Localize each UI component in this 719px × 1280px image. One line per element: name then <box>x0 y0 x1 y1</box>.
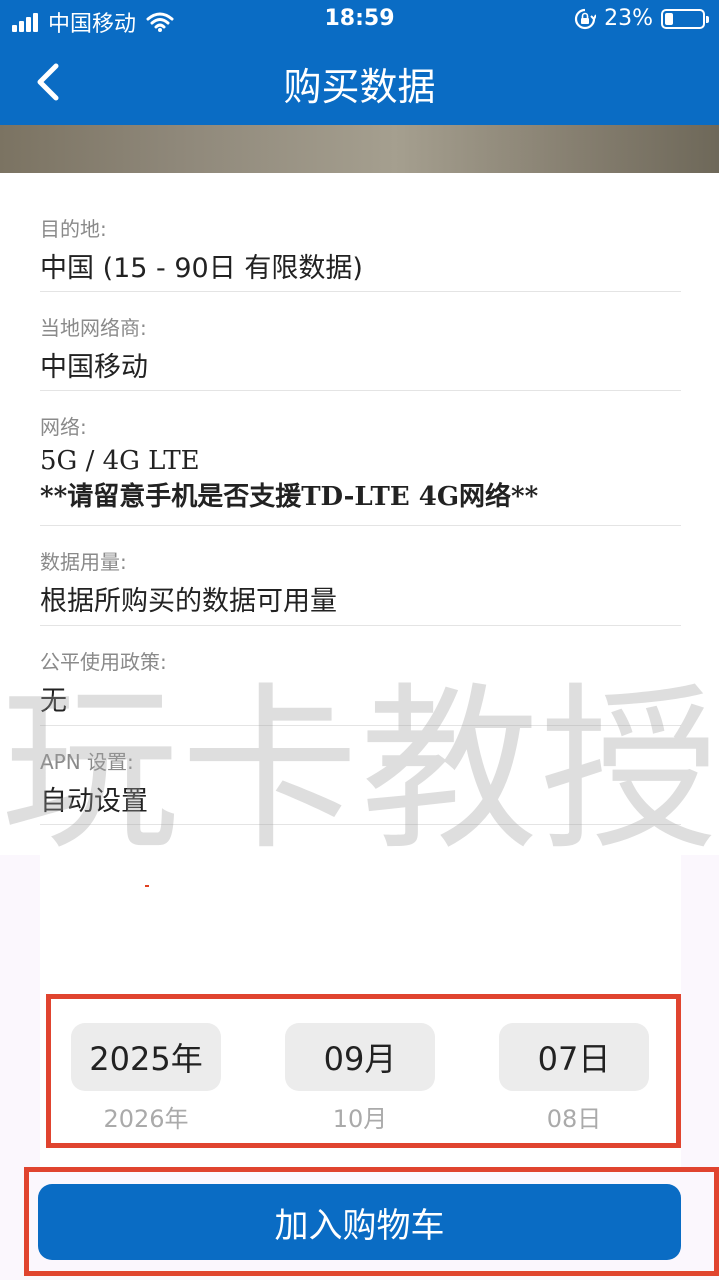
add-to-cart-button[interactable]: 加入购物车 <box>38 1184 681 1260</box>
nav-bar: 购买数据 <box>0 40 719 125</box>
red-mark <box>145 885 149 887</box>
detail-value: 自动设置 <box>40 786 148 817</box>
year-next-option[interactable]: 2026年 <box>71 1099 221 1134</box>
carrier-name: 中国移动 <box>48 12 137 37</box>
rotation-lock-icon <box>575 8 597 29</box>
status-right: 23% <box>574 6 709 31</box>
page-title: 购买数据 <box>283 65 436 109</box>
day-selected[interactable]: 07日 <box>499 1023 649 1091</box>
wifi-icon <box>146 12 174 32</box>
details-list: 目的地: 中国 (15 - 90日 有限数据) 当地网络商: 中国移动 网络: … <box>40 173 681 825</box>
detail-label: APN 设置: <box>40 750 134 774</box>
detail-value: 无 <box>40 686 67 717</box>
status-bar: 中国移动 18:59 23% <box>0 0 719 40</box>
detail-label: 公平使用政策: <box>40 650 167 674</box>
month-selected[interactable]: 09月 <box>285 1023 435 1091</box>
detail-row-fair-use: 公平使用政策: 无 <box>40 626 681 726</box>
detail-row-destination: 目的地: 中国 (15 - 90日 有限数据) <box>40 173 681 292</box>
banner-image <box>0 125 719 173</box>
year-selected[interactable]: 2025年 <box>71 1023 221 1091</box>
date-picker: 2025年 2026年 09月 10月 07日 08日 <box>46 994 681 1148</box>
day-next-option[interactable]: 08日 <box>499 1099 649 1134</box>
detail-value: 中国移动 <box>40 352 148 383</box>
day-picker[interactable]: 07日 08日 <box>499 999 649 1143</box>
chevron-left-icon <box>37 63 59 101</box>
detail-label: 当地网络商: <box>40 316 147 340</box>
detail-value: 5G / 4G LTE <box>40 446 200 476</box>
back-button[interactable] <box>18 52 78 112</box>
month-next-option[interactable]: 10月 <box>285 1099 435 1134</box>
detail-label: 数据用量: <box>40 550 127 574</box>
battery-percent: 23% <box>604 6 653 31</box>
detail-row-network: 网络: 5G / 4G LTE **请留意手机是否支援TD-LTE 4G网络** <box>40 391 681 526</box>
detail-value: 中国 (15 - 90日 有限数据) <box>40 253 363 284</box>
detail-row-apn: APN 设置: 自动设置 <box>40 726 681 825</box>
battery-fill <box>665 12 673 25</box>
signal-icon <box>12 12 40 32</box>
detail-label: 目的地: <box>40 217 107 241</box>
battery-icon <box>661 8 709 29</box>
detail-row-carrier: 当地网络商: 中国移动 <box>40 292 681 391</box>
detail-label: 网络: <box>40 415 87 439</box>
month-picker[interactable]: 09月 10月 <box>285 999 435 1143</box>
status-left: 中国移动 <box>12 6 174 38</box>
year-picker[interactable]: 2025年 2026年 <box>71 999 221 1143</box>
detail-row-data-usage: 数据用量: 根据所购买的数据可用量 <box>40 526 681 626</box>
detail-value: 根据所购买的数据可用量 <box>40 586 337 617</box>
network-note: **请留意手机是否支援TD-LTE 4G网络** <box>40 482 539 512</box>
